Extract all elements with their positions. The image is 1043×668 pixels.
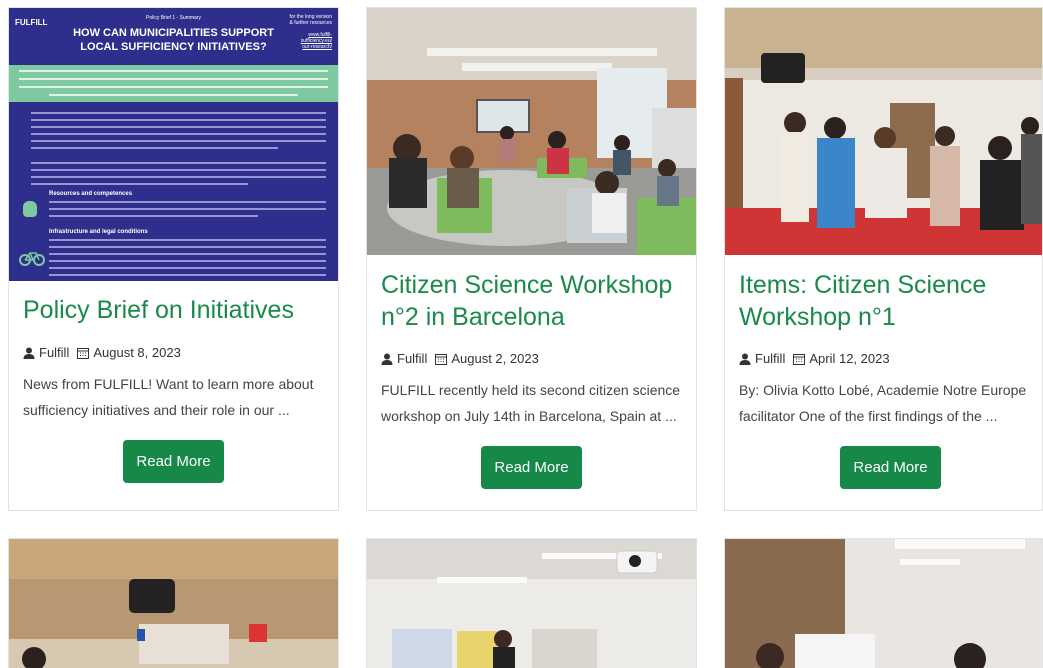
- post-title[interactable]: Citizen Science Workshop n°2 in Barcelon…: [381, 269, 686, 333]
- post-date: April 12, 2023: [809, 351, 890, 366]
- workshop-photo: [367, 8, 696, 255]
- post-image-row2-1[interactable]: [9, 539, 339, 668]
- post-card-row2-1: [8, 538, 339, 668]
- calendar-icon: [435, 353, 448, 365]
- read-more-button[interactable]: Read More: [481, 446, 582, 489]
- user-icon: [23, 347, 35, 359]
- post-card-workshop-1: Items: Citizen Science Workshop n°1 Fulf…: [724, 7, 1043, 511]
- money-bag-icon: [23, 201, 37, 217]
- doc-heading: HOW CAN MUNICIPALITIES SUPPORT LOCAL SUF…: [73, 27, 274, 53]
- post-date: August 2, 2023: [451, 351, 539, 366]
- read-more-button[interactable]: Read More: [840, 446, 941, 489]
- post-author[interactable]: Fulfill: [397, 351, 427, 366]
- bicycle-icon: [19, 252, 45, 266]
- post-title[interactable]: Policy Brief on Initiatives: [23, 294, 328, 326]
- post-author[interactable]: Fulfill: [39, 345, 69, 360]
- post-card-row2-2: [366, 538, 697, 668]
- post-meta: Fulfill April 12, 2023: [739, 351, 890, 366]
- doc-section-1: Resources and competences: [49, 191, 133, 197]
- calendar-icon: [77, 347, 90, 359]
- post-excerpt: By: Olivia Kotto Lobé, Academie Notre Eu…: [739, 382, 1027, 424]
- user-icon: [739, 353, 751, 365]
- post-image-row2-3[interactable]: [725, 539, 1043, 668]
- post-meta: Fulfill August 8, 2023: [23, 345, 181, 360]
- calendar-icon: [793, 353, 806, 365]
- doc-section-2: Infrastructure and legal conditions: [49, 229, 148, 235]
- post-card-policy-brief: FULFILL Policy Brief 1 - Summary for the…: [8, 7, 339, 511]
- policy-brief-document: FULFILL Policy Brief 1 - Summary for the…: [9, 8, 338, 281]
- workshop-photo: [725, 8, 1042, 255]
- post-image-workshop-1[interactable]: [725, 8, 1042, 255]
- post-image-policy-brief[interactable]: FULFILL Policy Brief 1 - Summary for the…: [9, 8, 338, 281]
- post-card-row2-3: [724, 538, 1043, 668]
- user-icon: [381, 353, 393, 365]
- post-author[interactable]: Fulfill: [755, 351, 785, 366]
- post-card-workshop-2: Citizen Science Workshop n°2 in Barcelon…: [366, 7, 697, 511]
- post-image-workshop-2[interactable]: [367, 8, 696, 255]
- post-meta: Fulfill August 2, 2023: [381, 351, 539, 366]
- post-excerpt: News from FULFILL! Want to learn more ab…: [23, 376, 314, 418]
- post-image-row2-2[interactable]: [367, 539, 697, 668]
- post-title[interactable]: Items: Citizen Science Workshop n°1: [739, 269, 1032, 333]
- read-more-button[interactable]: Read More: [123, 440, 224, 483]
- post-date: August 8, 2023: [93, 345, 181, 360]
- post-excerpt: FULFILL recently held its second citizen…: [381, 382, 681, 424]
